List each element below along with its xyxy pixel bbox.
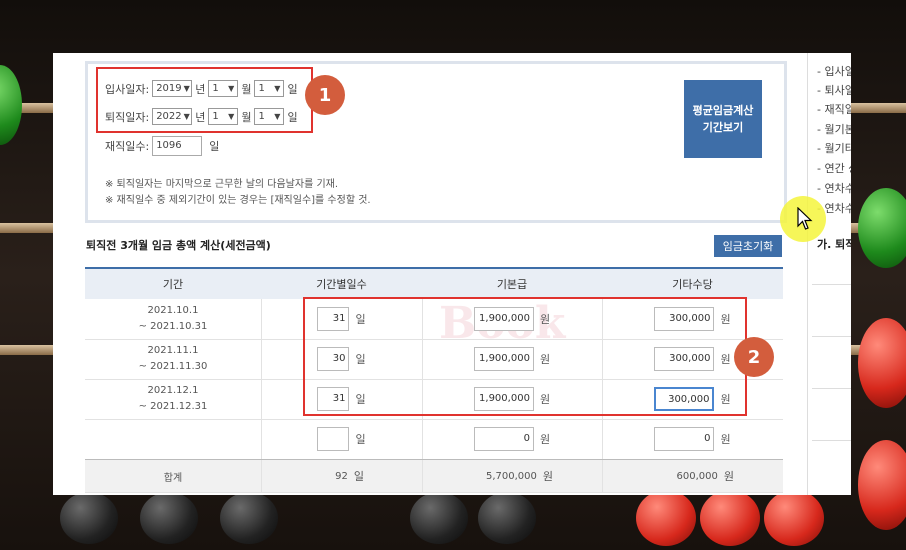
header-other-allowance: 기타수당	[672, 278, 713, 291]
side-item: - 연차수	[817, 182, 851, 195]
total-days: 92	[335, 470, 348, 482]
table-header: 기간 기간별일수 기본급 기타수당	[85, 267, 783, 299]
abacus-bead	[478, 492, 536, 544]
work-days-label: 재직일수:	[105, 140, 150, 153]
mouse-pointer-icon	[797, 207, 813, 230]
day-unit: 일	[355, 433, 366, 446]
highlight-box-wages	[303, 297, 747, 416]
side-divider	[812, 284, 851, 285]
abacus-bead	[220, 492, 278, 544]
header-days: 기간별일수	[316, 278, 367, 291]
total-row: 합계 92 일 5,700,000 원 600,000 원	[85, 459, 783, 493]
step-marker-2: 2	[734, 337, 774, 377]
base-pay-input[interactable]: 0	[473, 427, 534, 451]
section-title: 퇴직전 3개월 임금 총액 계산(세전금액)	[86, 239, 271, 252]
abacus-bead	[700, 490, 760, 546]
total-base-pay: 5,700,000	[485, 470, 537, 482]
calculator-page: 입사일자: 2019 ▼ 년 1 ▼ 월 1 ▼ 일 퇴직일자: 2022 ▼ 년 1 ▼…	[53, 53, 851, 495]
abacus-bead	[858, 188, 906, 268]
days-input[interactable]	[317, 427, 350, 451]
highlight-box-dates	[96, 67, 313, 133]
header-base-pay: 기본급	[496, 278, 528, 291]
work-days-unit: 일	[209, 140, 220, 153]
side-divider	[812, 336, 851, 337]
day-unit: 일	[353, 470, 364, 483]
total-label: 합계	[163, 472, 183, 484]
note-work-days: ※ 재직일수 중 제외기간이 있는 경우는 [재직일수]를 수정할 것.	[105, 195, 371, 206]
abacus-bead	[764, 490, 824, 546]
won-unit: 원	[539, 433, 551, 446]
side-item: - 퇴사일	[817, 84, 851, 97]
abacus-bead	[858, 318, 906, 408]
header-period: 기간	[162, 278, 184, 291]
side-item: - 월기본	[817, 123, 851, 136]
side-summary: - 입사일 - 퇴사일 - 재직일 - 월기본 - 월기타 - 연간 상 - 연…	[807, 53, 851, 495]
abacus-bead	[410, 492, 468, 544]
side-item: - 재직일	[817, 103, 851, 116]
side-divider	[812, 388, 851, 389]
abacus-bead	[858, 440, 906, 530]
side-item: - 월기타	[817, 142, 851, 155]
work-days-input[interactable]: 1096	[152, 136, 203, 156]
won-unit: 원	[723, 470, 734, 483]
period-cell: 2021.10.1 ~ 2021.10.31	[138, 305, 208, 332]
average-wage-period-button[interactable]: 평균임금계산 기간보기	[684, 80, 762, 158]
wage-reset-button[interactable]: 임금초기화	[714, 235, 782, 257]
abacus-bead	[140, 492, 198, 544]
table-row: 일 0원 0원	[85, 419, 783, 460]
period-cell: 2021.12.1 ~ 2021.12.31	[138, 385, 208, 412]
side-section-header: 가. 퇴직	[817, 238, 851, 251]
abacus-bead	[60, 492, 118, 544]
step-marker-1: 1	[305, 75, 345, 115]
other-allowance-input[interactable]: 0	[654, 427, 715, 451]
note-retire-date: ※ 퇴직일자는 마지막으로 근무한 날의 다음날자를 기재.	[105, 179, 339, 190]
abacus-bead	[636, 490, 696, 546]
won-unit: 원	[720, 433, 731, 446]
total-other-allowance: 600,000	[676, 470, 718, 482]
period-cell: 2021.11.1 ~ 2021.11.30	[138, 345, 208, 372]
average-wage-button-line1: 평균임금계산	[692, 104, 754, 117]
work-days-row: 재직일수: 1096 일	[105, 136, 219, 156]
side-item: - 연간 상	[817, 162, 851, 175]
side-divider	[812, 440, 851, 441]
side-item: - 입사일	[817, 65, 851, 78]
average-wage-button-line2: 기간보기	[702, 121, 744, 134]
won-unit: 원	[542, 470, 553, 483]
